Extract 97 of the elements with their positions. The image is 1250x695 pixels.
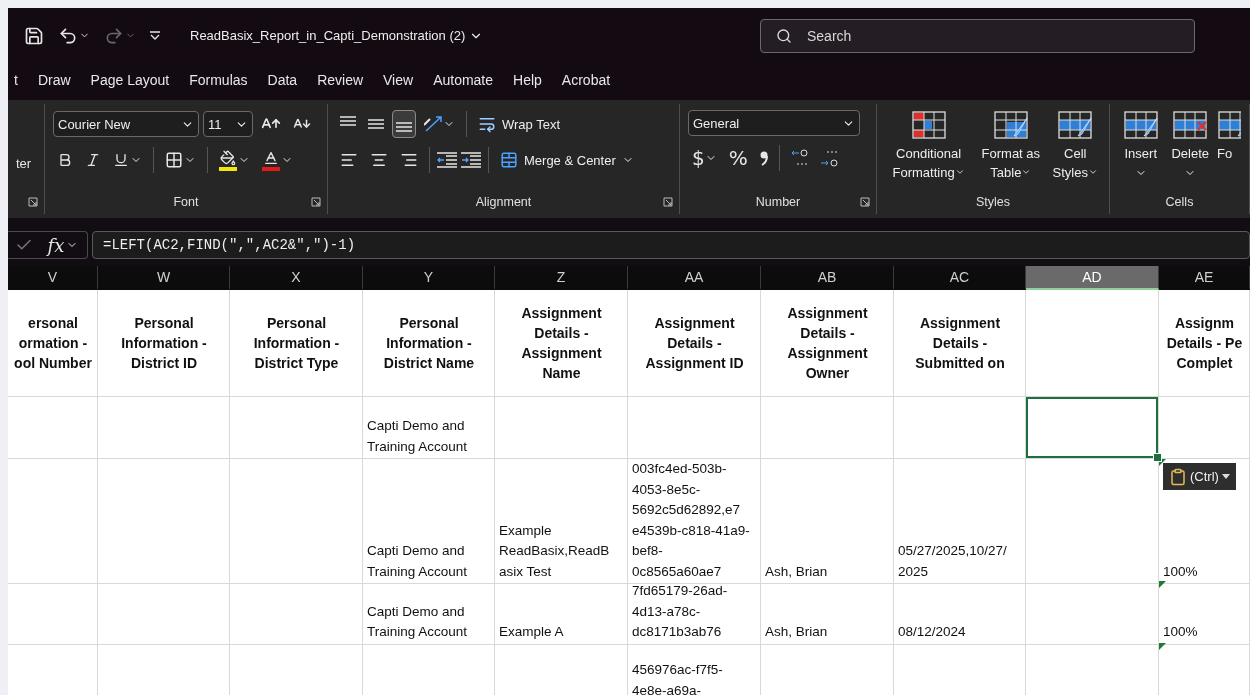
styles-button[interactable]: Conditional Formatting [885, 110, 973, 182]
table-cell: Capti Demo and Training Account [363, 397, 495, 459]
dialog-launcher-icon[interactable] [28, 197, 38, 207]
column-header[interactable]: AD [1026, 266, 1159, 290]
menu-tab[interactable]: Formulas [183, 68, 254, 95]
formula-field[interactable]: =LEFT(AC2,FIND(",",AC2&",")-1) [92, 231, 1250, 259]
table-cell: Ash, Brian [761, 459, 894, 584]
caret-icon [1087, 167, 1098, 177]
menu-tab[interactable]: Draw [31, 68, 77, 95]
group-label: Alignment [475, 195, 532, 209]
cells-button[interactable]: Insert [1118, 110, 1164, 179]
table-cell: 08/12/2024 [894, 581, 1026, 645]
table-brush-icon [992, 110, 1029, 140]
search-field[interactable]: Search [760, 18, 1195, 53]
table-cell: 100% [1159, 581, 1250, 645]
styles-button[interactable]: Cell Styles [1049, 110, 1101, 182]
wrap-text-icon [478, 115, 496, 133]
font-name-dropdown[interactable]: Courier New [53, 111, 199, 137]
delete-cells-icon [1172, 110, 1209, 140]
diagonal-arrow-icon [424, 116, 442, 132]
header-cell: Assignment Details - Submitted on [894, 290, 1026, 397]
increase-indent-icon[interactable] [461, 152, 481, 168]
align-center-icon [370, 151, 388, 169]
table-cell: 456976ac-f7f5- 4e8e-a69a- [628, 643, 761, 695]
decrease-decimal-icon [820, 149, 839, 167]
menu-tab[interactable]: View [377, 68, 420, 95]
table-cell: Example ReadBasix,ReadB asix Test [495, 459, 628, 584]
menu-tab[interactable]: Page Layout [84, 68, 176, 95]
merge-cells-icon [500, 151, 518, 169]
menu-tab[interactable]: Automate [427, 68, 500, 95]
align-right-icon [400, 151, 418, 169]
customize-toolbar-button[interactable] [148, 29, 162, 42]
align-left-icon [340, 151, 358, 169]
group-label: Font [173, 195, 199, 209]
underline-icon [113, 152, 129, 168]
number-format-dropdown[interactable]: General [688, 110, 860, 136]
increase-decimal-icon [790, 149, 809, 167]
cell-brush-icon [1057, 110, 1094, 140]
table-cell: Capti Demo and Training Account [363, 581, 495, 645]
comma-icon [759, 150, 768, 166]
insert-cells-icon [1122, 110, 1159, 140]
group-label: Number [755, 195, 801, 209]
caret-icon [954, 167, 965, 177]
borders-icon [165, 151, 183, 169]
fill-handle[interactable] [1153, 453, 1162, 462]
table-cell: Ash, Brian [761, 581, 894, 645]
menu-tab[interactable]: Review [311, 68, 370, 95]
wrap-text-button[interactable]: Wrap Text [474, 113, 565, 135]
vertical-align-button[interactable] [392, 110, 416, 138]
font-size-dropdown[interactable]: 11 [203, 111, 253, 137]
search-icon [776, 27, 792, 44]
menu-tab[interactable]: Help [507, 68, 548, 95]
customize-icon [150, 31, 160, 40]
header-cell: Personal Information - District ID [98, 290, 230, 397]
italic-icon [85, 152, 101, 168]
cells-button[interactable]: Fo [1217, 110, 1241, 163]
header-cell: ersonal ormation - ool Number [8, 290, 98, 397]
header-cell: Assignment Details - Assignment Name [495, 290, 628, 397]
document-title[interactable]: ReadBasix_Report_in_Capti_Demonstration (2) [186, 26, 488, 45]
table-cell: Capti Demo and Training Account [363, 459, 495, 584]
dialog-launcher-icon[interactable] [860, 197, 870, 207]
header-cell: Personal Information - District Type [230, 290, 363, 397]
header-cell: Assignm Details - Pe Complet [1159, 290, 1250, 397]
menu-tab[interactable]: t [8, 68, 24, 95]
group-label: Styles [975, 195, 1010, 209]
menu-tab[interactable]: Acrobat [555, 68, 617, 95]
dialog-launcher-icon[interactable] [311, 197, 321, 207]
dialog-launcher-icon[interactable] [663, 197, 673, 207]
table-cell: 05/27/2025,10/27/ 2025 [894, 459, 1026, 584]
redo-icon [104, 25, 124, 46]
undo-icon [58, 25, 78, 46]
percent-button[interactable]: % [724, 146, 752, 170]
conditional-formatting-icon [910, 110, 947, 140]
table-cell: Example A [495, 581, 628, 645]
table-cell: 7fd65179-26ad- 4d13-a78c- dc8171b3ab76 [628, 581, 761, 645]
paste-options-button[interactable]: (Ctrl) [1163, 463, 1236, 490]
header-cell: Personal Information - District Name [363, 290, 495, 397]
menu-tab[interactable]: Data [261, 68, 304, 95]
bold-icon [57, 152, 73, 168]
header-cell: Assignment Details - Assignment Owner [761, 290, 894, 397]
decrease-indent-icon[interactable] [437, 152, 457, 168]
cells-button[interactable]: Delete [1165, 110, 1215, 179]
paint-bucket-icon [219, 149, 237, 171]
insert-cells-icon [1217, 110, 1241, 140]
merge-center-button[interactable]: Merge & Center [496, 149, 638, 171]
caret-icon [1221, 474, 1230, 479]
styles-button[interactable]: Format as Table [974, 110, 1048, 182]
caret-icon [1021, 167, 1032, 177]
selected-cell[interactable] [1026, 397, 1159, 459]
font-color-icon [262, 149, 280, 171]
vertical-align-icon [368, 116, 384, 132]
table-cell: 003fc4ed-503b- 4053-8e5c- 5692c5d62892,e7 e4539b-c818-41a9- bef8- 0c8565a60ae7 [628, 459, 761, 584]
currency-button[interactable]: $ [688, 146, 721, 170]
format-painter-label[interactable]: ter [16, 156, 36, 171]
group-label: Cells [1165, 195, 1194, 209]
header-cell: Assignment Details - Assignment ID [628, 290, 761, 397]
clipboard-icon [1169, 467, 1187, 486]
